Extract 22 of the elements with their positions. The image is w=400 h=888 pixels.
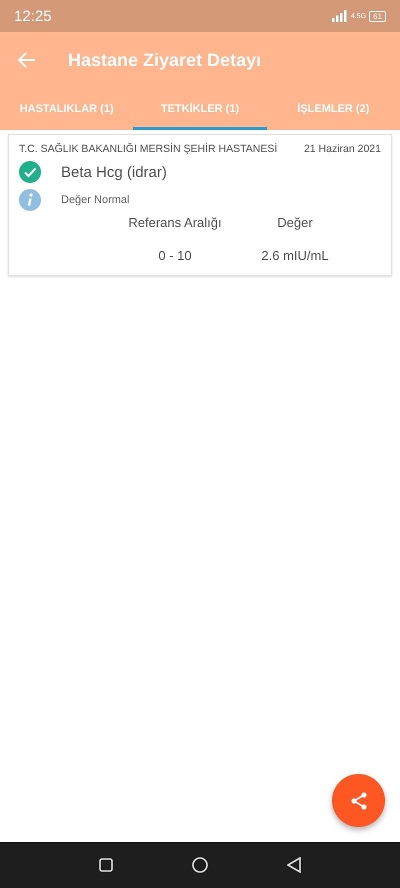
recents-icon[interactable]	[99, 858, 114, 872]
tab[interactable]: İŞLEMLER (2)	[266, 89, 400, 130]
tab[interactable]: HASTALIKLAR (1)	[0, 89, 134, 130]
check-icon	[19, 161, 41, 183]
home-icon[interactable]	[192, 857, 208, 873]
status-time: 12:25	[14, 8, 52, 24]
tab[interactable]: TETKİKLER (1)	[133, 89, 267, 130]
column-header: Referans Aralığı	[127, 215, 223, 230]
info-icon	[19, 189, 41, 211]
battery-indicator: 61	[369, 10, 386, 22]
screen-title: Hastane Ziyaret Detayı	[68, 50, 262, 70]
result-note: Değer Normal	[61, 194, 130, 206]
reference-range: 0 - 10	[157, 248, 193, 263]
share-button[interactable]	[332, 774, 385, 827]
signal-icon	[332, 10, 348, 22]
test-name: Beta Hcg (idrar)	[61, 164, 167, 180]
back-icon[interactable]	[286, 857, 301, 873]
hospital-name: T.C. SAĞLIK BAKANLIĞI MERSİN ŞEHİR HASTANESİ	[19, 143, 278, 155]
result-value: 2.6 mIU/mL	[260, 248, 330, 263]
share-icon	[348, 790, 368, 810]
visit-date: 21 Haziran 2021	[304, 143, 381, 155]
column-header: Değer	[276, 215, 314, 230]
